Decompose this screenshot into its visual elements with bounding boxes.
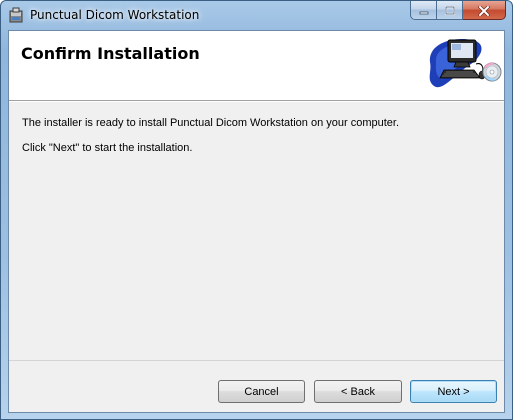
banner-divider — [9, 101, 504, 102]
minimize-icon — [419, 1, 429, 20]
page-title: Confirm Installation — [21, 44, 200, 63]
close-button[interactable] — [463, 1, 506, 20]
maximize-icon — [444, 1, 455, 20]
title-bar[interactable]: Punctual Dicom Workstation — [1, 1, 512, 31]
back-button[interactable]: < Back — [314, 380, 402, 403]
caption-buttons — [410, 1, 506, 21]
installer-package-icon[interactable] — [8, 7, 24, 23]
window-title: Punctual Dicom Workstation — [30, 8, 200, 22]
installer-window: Punctual Dicom Workstation Confirm Insta… — [0, 0, 513, 420]
installer-content: Confirm Installation The installer is re… — [8, 30, 505, 413]
close-icon — [478, 1, 490, 20]
cancel-button[interactable]: Cancel — [218, 380, 305, 403]
next-button[interactable]: Next > — [410, 380, 497, 403]
ready-message: The installer is ready to install Punctu… — [22, 117, 400, 129]
header-banner: Confirm Installation — [9, 31, 504, 101]
footer-divider — [9, 360, 504, 361]
next-instruction: Click "Next" to start the installation. — [22, 142, 193, 154]
minimize-button[interactable] — [410, 1, 437, 20]
computer-cd-icon — [422, 32, 502, 96]
maximize-button[interactable] — [437, 1, 463, 20]
